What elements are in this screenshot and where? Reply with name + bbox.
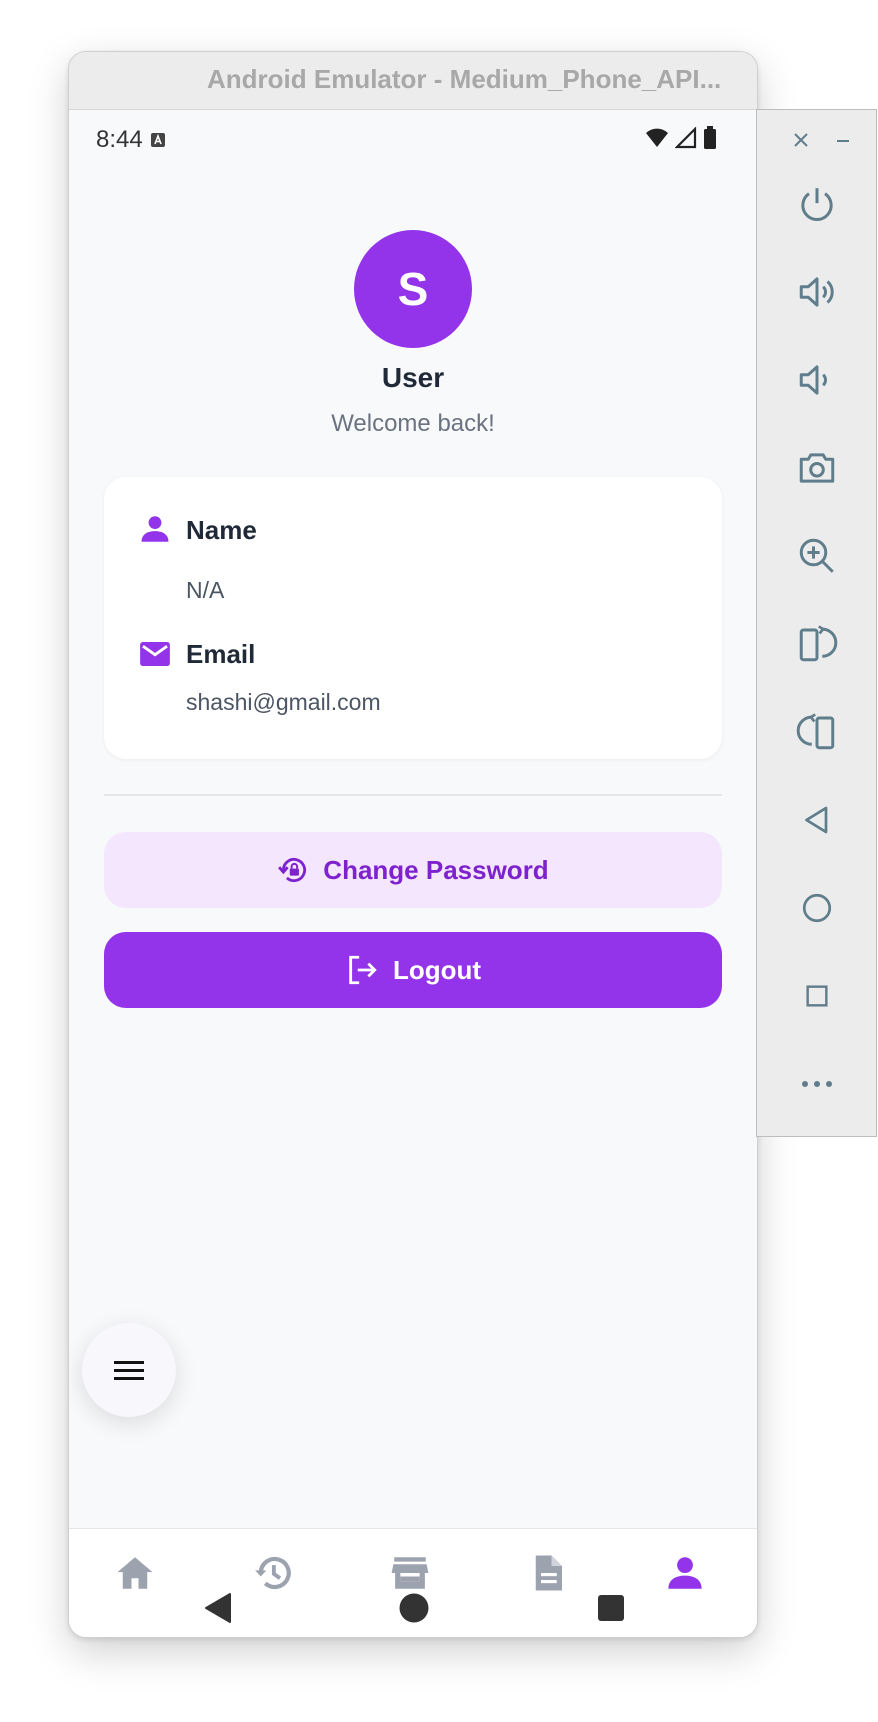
- status-icons: [645, 126, 717, 150]
- nav-profile[interactable]: [655, 1543, 715, 1603]
- rotate-left-button[interactable]: [791, 618, 843, 670]
- nav-home[interactable]: [105, 1543, 165, 1603]
- zoom-in-icon: [799, 538, 834, 573]
- nav-documents[interactable]: [518, 1543, 578, 1603]
- emulator-titlebar[interactable]: Android Emulator - Medium_Phone_API...: [69, 52, 757, 110]
- rotate-left-icon: [799, 625, 838, 662]
- close-button[interactable]: [781, 120, 821, 160]
- battery-icon: [704, 126, 716, 149]
- camera-icon: [799, 453, 835, 483]
- volume-down-button[interactable]: [791, 354, 843, 406]
- logout-button[interactable]: Logout: [104, 932, 722, 1008]
- rotate-right-button[interactable]: [791, 706, 843, 758]
- home-icon: [802, 893, 832, 923]
- phone-screen: 8:44 S User Welcome back! Name N/A Email…: [69, 110, 757, 1637]
- minimize-button[interactable]: [823, 120, 863, 160]
- system-recents-button[interactable]: [591, 1588, 631, 1628]
- history-icon: [255, 1556, 291, 1590]
- more-icon: [802, 1081, 832, 1087]
- menu-fab-button[interactable]: [82, 1323, 176, 1417]
- nav-history[interactable]: [243, 1543, 303, 1603]
- home-button[interactable]: [791, 882, 843, 934]
- avatar-initial: S: [397, 263, 429, 315]
- emulator-window: Android Emulator - Medium_Phone_API... 8…: [68, 51, 758, 1638]
- back-triangle-icon: [205, 1593, 231, 1623]
- change-password-button[interactable]: Change Password: [104, 832, 722, 908]
- overview-button[interactable]: [791, 970, 843, 1022]
- overview-icon: [806, 985, 828, 1007]
- wifi-icon: [646, 128, 668, 147]
- back-icon: [805, 806, 828, 834]
- rotate-right-icon: [796, 713, 835, 750]
- window-title: Android Emulator - Medium_Phone_API...: [207, 64, 722, 94]
- recents-square-icon: [598, 1595, 624, 1621]
- volume-up-icon: [799, 277, 834, 307]
- back-button[interactable]: [791, 794, 843, 846]
- lock-reset-icon: [278, 858, 307, 883]
- signal-icon: [675, 127, 697, 149]
- logout-label: Logout: [392, 954, 482, 985]
- name-label: Name: [186, 515, 257, 545]
- divider: [104, 794, 722, 796]
- more-button[interactable]: [791, 1058, 843, 1110]
- document-icon: [535, 1555, 562, 1591]
- email-value: shashi@gmail.com: [186, 689, 381, 715]
- home-icon: [117, 1557, 153, 1589]
- person-icon: [141, 516, 169, 542]
- power-icon: [801, 188, 833, 221]
- change-password-label: Change Password: [323, 854, 549, 885]
- name-value: N/A: [186, 577, 225, 603]
- profile-info-card: Name N/A Email shashi@gmail.com: [104, 477, 722, 759]
- close-icon: [794, 133, 808, 147]
- zoom-button[interactable]: [791, 530, 843, 582]
- menu-icon: [114, 1361, 144, 1380]
- avatar: S: [354, 230, 472, 348]
- profile-name: User: [381, 362, 445, 393]
- person-icon: [668, 1557, 702, 1589]
- power-button[interactable]: [791, 178, 843, 230]
- notification-a-icon: [151, 133, 165, 147]
- welcome-text: Welcome back!: [331, 410, 495, 437]
- emulator-side-toolbar: [756, 109, 877, 1137]
- email-label: Email: [186, 639, 256, 669]
- email-icon: [140, 641, 170, 667]
- screenshot-button[interactable]: [791, 442, 843, 494]
- logout-icon: [349, 955, 377, 985]
- home-circle-icon: [399, 1593, 429, 1623]
- volume-up-button[interactable]: [791, 266, 843, 318]
- volume-down-icon: [799, 365, 827, 395]
- system-back-button[interactable]: [198, 1588, 238, 1628]
- system-home-button[interactable]: [394, 1588, 434, 1628]
- minimize-icon: [837, 140, 849, 142]
- status-time: 8:44: [96, 126, 143, 153]
